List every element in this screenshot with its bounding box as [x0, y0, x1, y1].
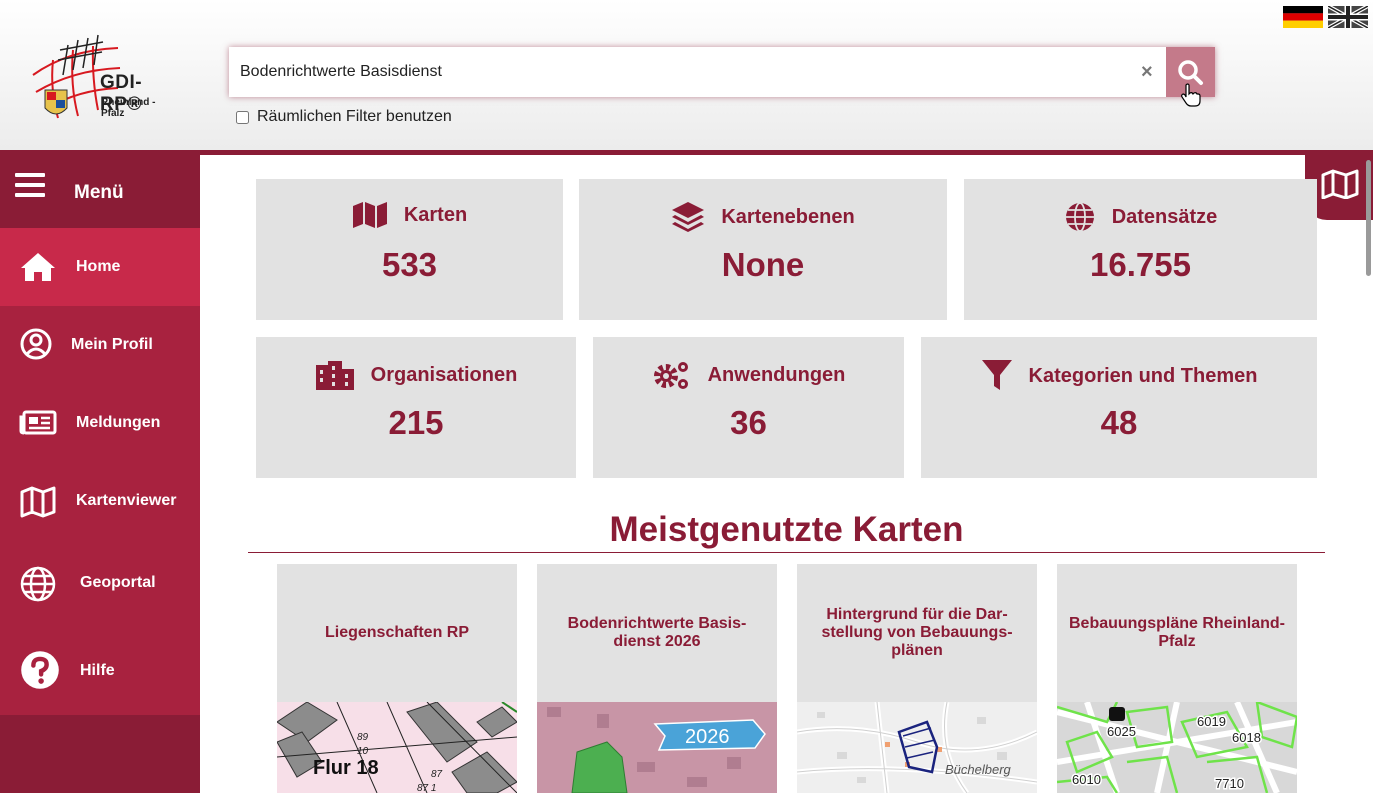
sidebar-item-profile[interactable]: Mein Profil: [0, 306, 200, 384]
card-title: Bodenrichtwerte Basis-dienst 2026: [567, 615, 747, 650]
building-icon: [315, 361, 354, 390]
section-divider: [248, 552, 1325, 553]
stat-label: Karten: [403, 203, 468, 226]
stat-value: 215: [388, 404, 444, 441]
gdi-rp-logo[interactable]: GDI-RP® Rheinland - Pfalz: [28, 20, 178, 130]
stat-label: Anwendungen: [707, 363, 846, 386]
map-card-hintergrund[interactable]: Hintergrund für die Dar-stellung von Beb…: [797, 564, 1037, 793]
stat-layers[interactable]: Kartenebenen None: [579, 179, 947, 320]
thumb-plan-label: 7710: [1215, 776, 1244, 791]
search-button[interactable]: [1166, 47, 1215, 107]
thumb-plan-label: 6010: [1072, 772, 1101, 787]
search-input[interactable]: [229, 47, 1166, 97]
thumb-year-label: 2026: [685, 726, 730, 748]
user-circle-icon: [20, 328, 52, 360]
thumb-plan-label: 6019: [1197, 714, 1226, 729]
sidebar-item-help[interactable]: Hilfe: [0, 628, 200, 715]
stat-value: 36: [730, 404, 767, 441]
card-thumbnail: Flur 18 89 10 87 87 1: [277, 702, 517, 793]
map-icon: [1321, 169, 1359, 199]
thumb-place-label: Büchelberg: [945, 762, 1012, 777]
thumb-plan-label: 6025: [1107, 724, 1136, 739]
sidebar-item-label: Geoportal: [80, 574, 156, 591]
menu-toggle[interactable]: Menü: [0, 155, 200, 228]
stat-label: Kartenebenen: [721, 205, 855, 228]
thumb-label: 10: [357, 746, 369, 757]
card-thumbnail: Büchelberg: [797, 702, 1037, 793]
home-icon: [21, 253, 55, 281]
stat-value: 48: [1100, 404, 1138, 441]
stat-applications[interactable]: Anwendungen 36: [593, 337, 904, 478]
section-title: Meistgenutzte Karten: [609, 510, 964, 549]
spatial-filter-checkbox[interactable]: [236, 110, 249, 124]
stat-datasets[interactable]: Datensätze 16.755: [964, 179, 1317, 320]
sidebar: Menü Home Mein Profil Meldungen Kartenvi…: [0, 155, 200, 793]
map-card-liegenschaften[interactable]: Liegenschaften RP Flur 18 89 10 87 87 1: [277, 564, 517, 793]
stat-maps[interactable]: Karten 533: [256, 179, 563, 320]
stat-value: 533: [381, 246, 438, 283]
sidebar-nav: Home Mein Profil Meldungen Kartenviewer …: [0, 228, 200, 715]
sidebar-item-home[interactable]: Home: [0, 228, 200, 306]
menu-label: Menü: [74, 182, 124, 203]
hamburger-icon: [15, 173, 45, 197]
thumb-plan-label: 6018: [1232, 730, 1261, 745]
filter-icon: [981, 360, 1012, 390]
stat-label: Kategorien und Themen: [1028, 364, 1258, 387]
stat-label: Organisationen: [370, 363, 518, 386]
map-card-bodenrichtwerte[interactable]: Bodenrichtwerte Basis-dienst 2026 2026: [537, 564, 777, 793]
stat-label: Datensätze: [1111, 205, 1218, 228]
uk-flag-icon[interactable]: [1328, 6, 1368, 28]
sidebar-item-label: Mein Profil: [71, 336, 153, 353]
logo-subtitle: Rheinland - Pfalz: [101, 97, 156, 119]
map-icon: [20, 486, 56, 518]
thumb-label: 87: [431, 769, 443, 780]
page-scrollbar[interactable]: [1366, 160, 1371, 276]
card-thumbnail: 2026: [537, 702, 777, 793]
card-title: Bebauungspläne Rheinland-Pfalz: [1068, 615, 1285, 650]
sidebar-item-messages[interactable]: Meldungen: [0, 384, 200, 462]
question-icon: [21, 651, 59, 689]
stat-value: 16.755: [1090, 246, 1191, 283]
clear-search-icon[interactable]: ×: [1141, 61, 1153, 84]
card-thumbnail: 6025 6019 6018 6010 7710: [1057, 702, 1297, 793]
spatial-filter[interactable]: Räumlichen Filter benutzen: [236, 108, 452, 126]
spatial-filter-label: Räumlichen Filter benutzen: [257, 108, 452, 125]
gears-icon: [653, 362, 688, 389]
globe-icon: [20, 566, 56, 602]
map-icon: [352, 202, 387, 228]
stat-organisations[interactable]: Organisationen 215: [256, 337, 576, 478]
header-divider: [0, 150, 1373, 155]
newspaper-icon: [19, 410, 57, 435]
search-bar: ×: [229, 47, 1215, 107]
sidebar-item-geoportal[interactable]: Geoportal: [0, 540, 200, 628]
sidebar-item-mapviewer[interactable]: Kartenviewer: [0, 462, 200, 540]
stat-categories[interactable]: Kategorien und Themen 48: [921, 337, 1317, 478]
card-title: Hintergrund für die Dar-stellung von Beb…: [821, 606, 1013, 659]
thumb-label-flur: Flur 18: [313, 757, 379, 779]
card-title: Liegenschaften RP: [324, 624, 470, 641]
layers-icon: [672, 202, 705, 232]
globe-icon: [1065, 202, 1094, 232]
map-card-bebauungsplaene[interactable]: Bebauungspläne Rheinland-Pfalz 6025 6019…: [1057, 564, 1297, 793]
sidebar-item-label: Meldungen: [76, 414, 161, 431]
thumb-label: 87 1: [417, 783, 436, 793]
header: GDI-RP® Rheinland - Pfalz × Räumlichen F…: [0, 0, 1373, 150]
sidebar-item-label: Home: [76, 258, 121, 275]
stat-value: None: [721, 246, 805, 283]
sidebar-item-label: Hilfe: [80, 662, 115, 679]
thumb-label: 89: [357, 732, 369, 743]
sidebar-item-label: Kartenviewer: [76, 492, 177, 509]
hand-cursor-icon: [1181, 83, 1201, 107]
german-flag-icon[interactable]: [1283, 6, 1323, 28]
